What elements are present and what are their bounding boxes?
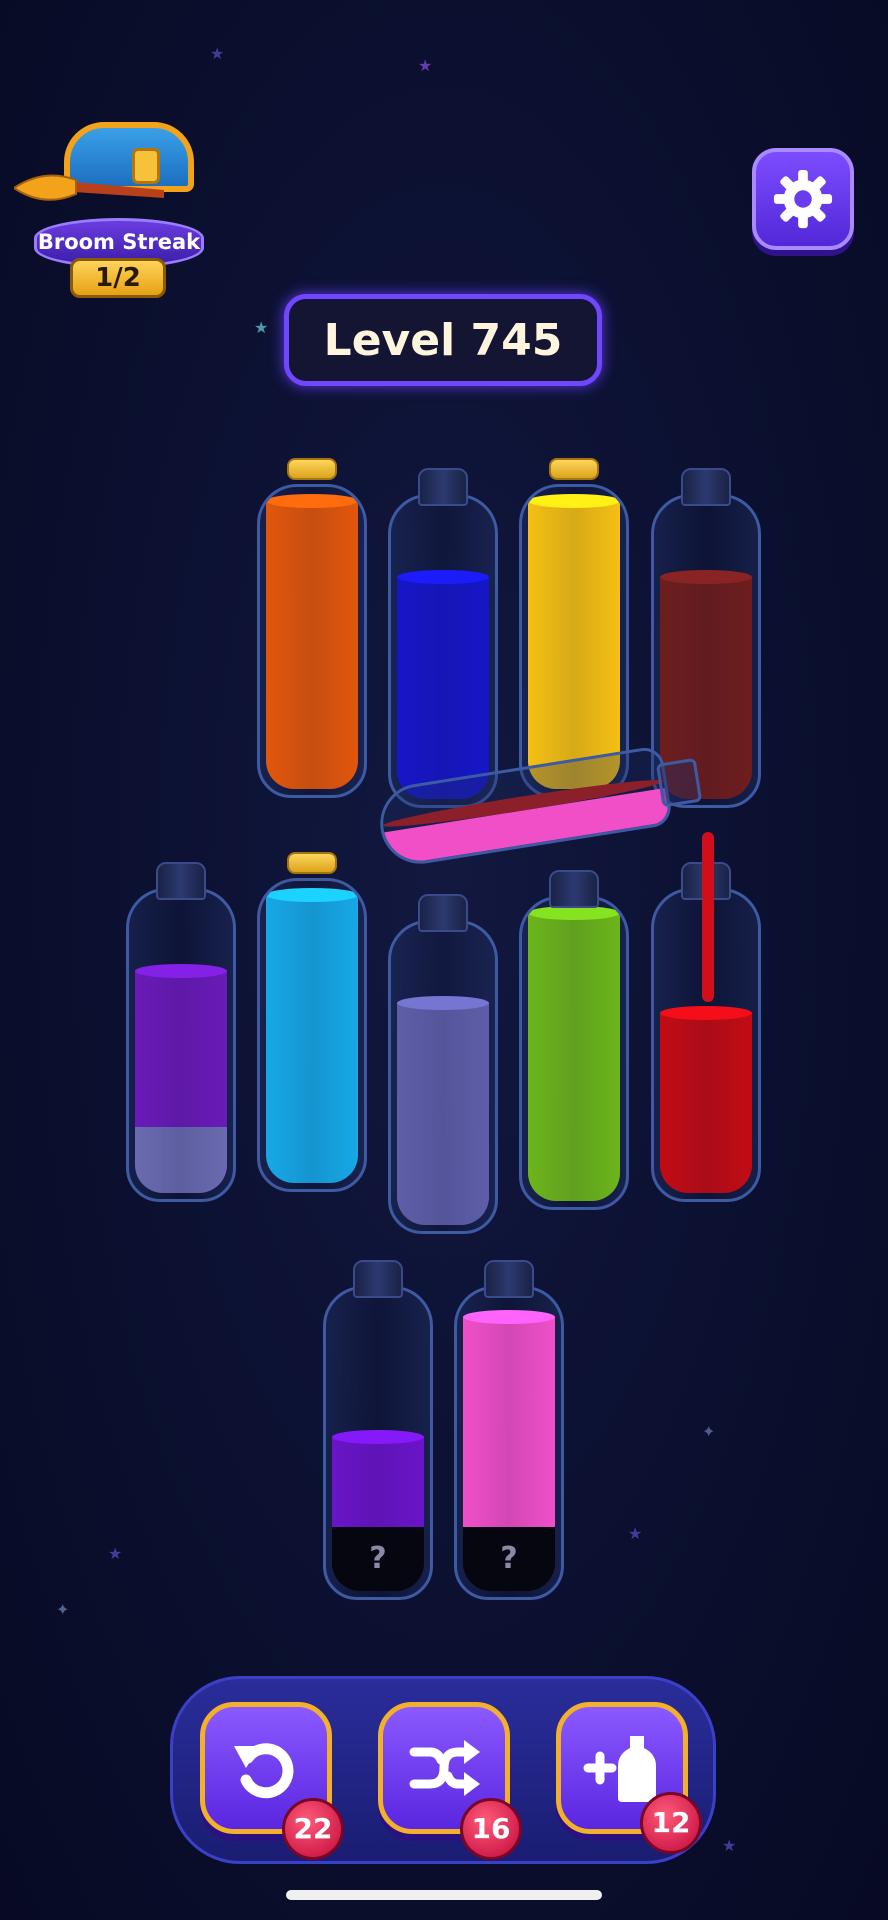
bottle[interactable]: ? — [454, 1260, 564, 1600]
shuffle-count-badge: 16 — [460, 1798, 522, 1860]
liquid-layer — [266, 494, 358, 789]
bottle[interactable] — [388, 894, 498, 1234]
star-icon: ✦ — [56, 1600, 70, 1619]
liquid-layer — [135, 964, 227, 1127]
settings-button[interactable] — [752, 148, 854, 250]
hidden-layer: ? — [332, 1527, 424, 1591]
star-icon: ★ — [108, 1544, 123, 1563]
bottle-glass: ? — [454, 1286, 564, 1600]
bottle[interactable] — [257, 458, 367, 798]
bottle-glass — [519, 896, 629, 1210]
undo-count-badge: 22 — [282, 1798, 344, 1860]
bottle-glass — [257, 878, 367, 1192]
cork — [287, 852, 337, 874]
bottle[interactable]: ? — [323, 1260, 433, 1600]
pour-stream — [702, 832, 714, 1002]
bottle[interactable] — [257, 852, 367, 1192]
star-icon: ✦ — [702, 1422, 716, 1441]
liquid-layer — [266, 888, 358, 1183]
streak-count: 1/2 — [70, 258, 166, 298]
star-icon: ★ — [722, 1836, 737, 1855]
liquid-layer — [660, 1006, 752, 1193]
liquid-layer — [332, 1430, 424, 1527]
hidden-layer: ? — [463, 1527, 555, 1591]
bottle[interactable] — [519, 870, 629, 1210]
level-title: Level 745 — [284, 294, 602, 386]
star-icon: ★ — [210, 44, 225, 63]
bottle-glass — [388, 920, 498, 1234]
liquid-layer — [397, 996, 489, 1225]
broom-streak-badge[interactable]: Broom Streak 1/2 — [14, 118, 204, 308]
liquid-layer — [463, 1310, 555, 1527]
broom-icon — [14, 174, 164, 201]
star-icon: ★ — [418, 56, 433, 75]
bottle[interactable] — [126, 862, 236, 1202]
star-icon: ★ — [254, 318, 269, 337]
liquid-layer — [135, 1127, 227, 1193]
bottle-neck — [418, 468, 468, 506]
bottle-glass: ? — [323, 1286, 433, 1600]
home-indicator[interactable] — [286, 1890, 602, 1900]
star-icon: ★ — [628, 1524, 643, 1543]
gear-icon — [773, 169, 833, 229]
bottle-glass — [257, 484, 367, 798]
cork — [549, 458, 599, 480]
undo-icon — [234, 1743, 294, 1799]
shuffle-icon — [409, 1740, 480, 1796]
add-bottle-count-badge: 12 — [640, 1792, 702, 1854]
cork — [287, 458, 337, 480]
bottle-neck — [549, 870, 599, 908]
bottle-glass — [126, 888, 236, 1202]
bottle-neck — [353, 1260, 403, 1298]
bottle-neck — [681, 468, 731, 506]
bottle-neck — [156, 862, 206, 900]
bottle-neck — [484, 1260, 534, 1298]
liquid-layer — [528, 906, 620, 1201]
bottle-neck — [418, 894, 468, 932]
